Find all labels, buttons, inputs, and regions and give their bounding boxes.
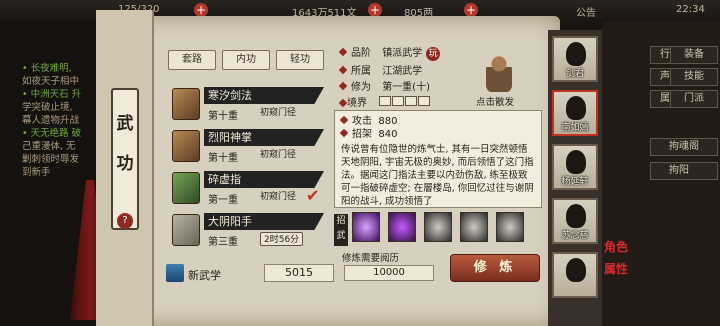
quick-bar[interactable]: 拘阳 (650, 162, 718, 180)
bullet-icon (338, 81, 348, 91)
role-attributes-button[interactable]: 角色 属性 (604, 236, 628, 280)
role-line: 属性 (604, 262, 629, 276)
school-row: 所属 江湖武学 (338, 62, 423, 77)
party-member[interactable]: 苏念慈 (552, 198, 598, 244)
new-skill-icon (166, 264, 184, 282)
skill-name: 寒汐剑法 (204, 87, 324, 104)
party-member-name: 苏念慈 (561, 231, 589, 241)
party-member-name: 杨延轩 (561, 177, 589, 187)
skill-item[interactable]: 寒汐剑法 第十重 初窥门径 (168, 84, 334, 124)
stat-label: 招架 (352, 129, 372, 140)
skill-book-icon (172, 130, 200, 162)
train-button[interactable]: 修 炼 (450, 254, 540, 282)
tab-routine[interactable]: 套路 (168, 50, 216, 70)
move-icon[interactable] (388, 212, 416, 242)
train-requirement-label: 修炼需要阅历 (342, 253, 400, 264)
party-column: 剑君 南如嫣 杨延轩 苏念慈 (548, 30, 602, 326)
tab-light[interactable]: 轻功 (276, 50, 324, 70)
skill-name: 烈阳神掌 (204, 129, 324, 146)
skill-level: 第三重 (208, 237, 238, 248)
skill-item[interactable]: 大阴阳手 第三重 2时56分 (168, 210, 334, 250)
add-coin-button[interactable]: + (368, 3, 382, 17)
action-button[interactable]: 装备 (670, 46, 718, 64)
rank-value: 镇派武学 (382, 48, 423, 59)
move-icon[interactable] (352, 212, 380, 242)
cultivation-value: 第一重(十) (382, 82, 430, 93)
skill-list: 寒汐剑法 第十重 初窥门径 烈阳神掌 第十重 初窥门径 碎虚指 第一重 初窥门径… (168, 78, 334, 262)
skill-item[interactable]: 碎虚指 第一重 初窥门径 ✔ (168, 168, 334, 208)
action-button[interactable]: 门派 (670, 90, 718, 108)
equipped-check-icon: ✔ (306, 186, 320, 205)
notice-button[interactable]: 公告 (576, 4, 596, 19)
portrait (566, 258, 586, 282)
bullet-icon (339, 128, 349, 138)
meditating-figure-icon[interactable] (486, 56, 512, 92)
title-char: 武 (116, 114, 134, 134)
clock: 22:34 (676, 4, 705, 15)
quick-bar[interactable]: 拘魂阁 (650, 138, 718, 156)
role-line: 角色 (604, 240, 629, 254)
party-member[interactable]: 剑君 (552, 36, 598, 82)
portrait (566, 150, 586, 174)
skill-description-box: 攻击 880 招架 840 传说曾有位隐世的炼气士, 其有一日突然顿悟天地阴阳,… (334, 110, 542, 208)
rank-label: 品阶 (351, 48, 371, 59)
move-icon[interactable] (496, 212, 524, 242)
stat-row: 攻击 880 (339, 115, 535, 128)
skill-level: 第一重 (208, 195, 238, 206)
stat-value: 840 (378, 129, 398, 140)
bullet-icon (338, 65, 348, 75)
skill-status: 初窥门径 (260, 150, 297, 160)
skill-status: 初窥门径 (260, 108, 297, 118)
move-icon[interactable] (424, 212, 452, 242)
school-label: 所属 (351, 66, 371, 77)
description-text: 传说曾有位隐世的炼气士, 其有一日突然顿悟天地阴阳, 宇宙无极的奥妙, 而后领悟… (341, 144, 534, 207)
add-stamina-button[interactable]: + (194, 3, 208, 17)
skill-level: 第十重 (208, 153, 238, 164)
skill-timer: 2时56分 (260, 232, 304, 246)
skill-book-icon (172, 214, 200, 246)
stat-value: 880 (378, 116, 398, 127)
realm-row: 境界 (338, 94, 431, 109)
bullet-icon (338, 98, 348, 108)
moves-tag: 招武 (334, 214, 348, 246)
party-member[interactable] (552, 252, 598, 298)
move-icon[interactable] (460, 212, 488, 242)
skill-item[interactable]: 烈阳神掌 第十重 初窥门径 (168, 126, 334, 166)
realm-label: 境界 (347, 98, 367, 109)
cultivation-label: 修为 (351, 82, 371, 93)
skill-book-icon (172, 88, 200, 120)
party-member[interactable]: 杨延轩 (552, 144, 598, 190)
new-skill-label: 新武学 (188, 269, 221, 282)
stat-row: 招架 840 (339, 128, 535, 141)
party-member-name: 剑君 (565, 69, 584, 79)
add-gem-button[interactable]: + (464, 3, 478, 17)
rank-tag: 玩 (426, 47, 441, 61)
bullet-icon (339, 115, 349, 125)
meditate-label[interactable]: 点击散发 (476, 94, 514, 108)
portrait (566, 42, 586, 66)
skill-status: 初窥门径 (260, 192, 297, 202)
stat-label: 攻击 (352, 116, 372, 127)
portrait (566, 96, 586, 120)
action-button[interactable]: 技能 (670, 68, 718, 86)
skill-level: 第十重 (208, 111, 238, 122)
bullet-icon (338, 47, 348, 57)
new-skill-value: 5015 (264, 264, 334, 282)
school-value: 江湖武学 (382, 66, 423, 77)
tab-inner[interactable]: 内功 (222, 50, 270, 70)
train-requirement-value: 10000 (344, 265, 434, 281)
portrait (566, 204, 586, 228)
martial-arts-title: 武 功 (111, 88, 139, 230)
help-button[interactable]: ? (117, 213, 133, 229)
party-member-name: 南如嫣 (561, 123, 589, 133)
rank-row: 品阶 镇派武学玩 (338, 44, 441, 61)
skill-book-icon (172, 172, 200, 204)
new-skill-bar: 新武学 5015 (166, 264, 336, 282)
cultivation-row: 修为 第一重(十) (338, 78, 430, 93)
skill-name: 大阴阳手 (204, 213, 324, 230)
party-member[interactable]: 南如嫣 (552, 90, 598, 136)
title-char: 功 (116, 154, 134, 174)
